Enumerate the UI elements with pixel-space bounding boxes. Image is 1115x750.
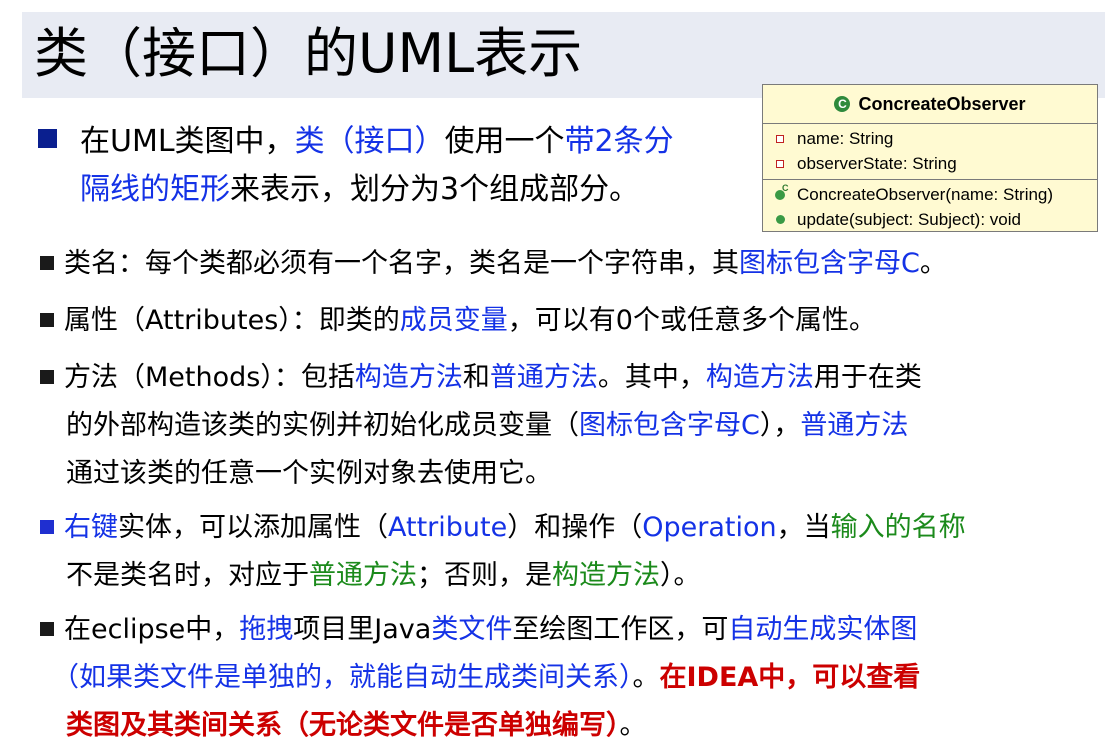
highlight-run: 类文件 [431, 614, 513, 645]
uml-attributes-section: name: String observerState: String [763, 124, 1097, 180]
uml-attribute-row: observerState: String [763, 151, 1097, 176]
green-run: 普通方法 [309, 560, 417, 591]
slide-title: 类（接口）的UML表示 [34, 22, 583, 85]
text-run: 属性（Attributes）：即类的 [64, 305, 400, 336]
uml-methods-section: C ConcreateObserver(name: String) update… [763, 180, 1097, 235]
eclipse-item: 在eclipse中，拖拽项目里Java类文件至绘图工作区，可自动生成实体图 （如… [40, 606, 920, 750]
highlight-run: 类（接口） [294, 124, 445, 159]
square-bullet-icon [40, 313, 54, 327]
text-run: 用于在类 [813, 362, 922, 393]
uml-class-name: ConcreateObserver [858, 93, 1026, 114]
square-bullet-icon [40, 370, 54, 384]
uml-method-text: update(subject: Subject): void [797, 209, 1021, 229]
highlight-run: 自动生成实体图 [728, 614, 918, 645]
text-run: ；否则，是 [417, 560, 552, 591]
text-run: 项目里Java [293, 614, 432, 645]
text-run: 通过该类的任意一个实例对象去使用它。 [66, 458, 552, 489]
text-run: 和 [462, 362, 490, 393]
text-run: 方法（Methods）：包括 [64, 362, 355, 393]
text-run: 。 [632, 662, 660, 693]
private-field-icon [776, 134, 784, 143]
highlight-run: 右键 [64, 512, 118, 543]
classname-item: 类名：每个类都必须有一个名字，类名是一个字符串，其图标包含字母C。 [40, 240, 947, 288]
text-run: ）。 [660, 560, 701, 591]
square-bullet-icon [40, 622, 54, 636]
highlight-run: 普通方法 [489, 362, 598, 393]
highlight-run: 构造方法 [354, 362, 463, 393]
uml-attribute-text: name: String [797, 128, 894, 148]
highlight-run: Attribute [388, 512, 508, 543]
highlight-run: 拖拽 [239, 614, 294, 645]
green-run: 输入的名称 [830, 512, 966, 543]
highlight-run: 成员变量 [399, 305, 508, 336]
text-run: ）， [759, 410, 801, 441]
uml-constructor-row: C ConcreateObserver(name: String) [763, 182, 1097, 207]
text-run: 实体，可以添加属性（ [118, 512, 388, 543]
highlight-run: （如果类文件是单独的，就能自动生成类间关系） [52, 662, 633, 693]
public-method-icon [775, 215, 785, 224]
text-run: ）和操作（ [507, 512, 643, 543]
highlight-run: Operation [642, 512, 777, 543]
emphasis-run: 在IDEA中，可以查看 [659, 662, 921, 693]
text-run: 类名：每个类都必须有一个名字，类名是一个字符串，其 [64, 248, 739, 279]
highlight-run: 图标包含字母C [579, 410, 760, 441]
text-run: 。 [619, 710, 647, 741]
highlight-run: 普通方法 [800, 410, 909, 441]
text-run: 的外部构造该类的实例并初始化成员变量（ [66, 410, 579, 441]
text-run: ，可以有0个或任意多个属性。 [507, 305, 876, 336]
green-run: 构造方法 [552, 560, 660, 591]
uml-method-row: update(subject: Subject): void [763, 207, 1097, 232]
attributes-item: 属性（Attributes）：即类的成员变量，可以有0个或任意多个属性。 [40, 297, 876, 345]
uml-class-box: C ConcreateObserver name: String observe… [762, 84, 1098, 232]
text-run: 在UML类图中， [80, 124, 295, 159]
text-run: 来表示，划分为3个组成部分。 [230, 172, 640, 207]
text-run: 至绘图工作区，可 [512, 614, 729, 645]
uml-attribute-text: observerState: String [797, 153, 957, 173]
text-run: 使用一个 [444, 124, 565, 159]
text-run: 在eclipse中， [64, 614, 240, 645]
highlight-run: 构造方法 [705, 362, 814, 393]
square-bullet-icon [40, 520, 54, 534]
methods-item: 方法（Methods）：包括构造方法和普通方法。其中，构造方法用于在类 的外部构… [40, 354, 922, 498]
text-run: 。 [919, 248, 947, 279]
emphasis-run: 类图及其类间关系（无论类文件是否单独编写） [66, 710, 620, 741]
right-click-item: 右键实体，可以添加属性（Attribute）和操作（Operation，当输入的… [40, 504, 966, 600]
text-run: 。其中， [597, 362, 706, 393]
square-bullet-icon [38, 129, 57, 148]
highlight-run: 隔线的矩形 [80, 172, 230, 207]
uml-constructor-text: ConcreateObserver(name: String) [797, 184, 1054, 204]
class-c-icon: C [834, 96, 851, 112]
constructor-icon: C [775, 183, 789, 200]
highlight-run: 图标包含字母C [739, 248, 920, 279]
highlight-run: 带2条分 [564, 124, 674, 159]
uml-class-header: C ConcreateObserver [763, 85, 1097, 124]
text-run: ，当 [776, 512, 831, 543]
square-bullet-icon [40, 256, 54, 270]
private-field-icon [776, 159, 784, 168]
intro-paragraph: 在UML类图中，类（接口）使用一个带2条分 隔线的矩形来表示，划分为3个组成部分… [38, 118, 674, 214]
text-run: 不是类名时，对应于 [66, 560, 309, 591]
uml-attribute-row: name: String [763, 126, 1097, 151]
